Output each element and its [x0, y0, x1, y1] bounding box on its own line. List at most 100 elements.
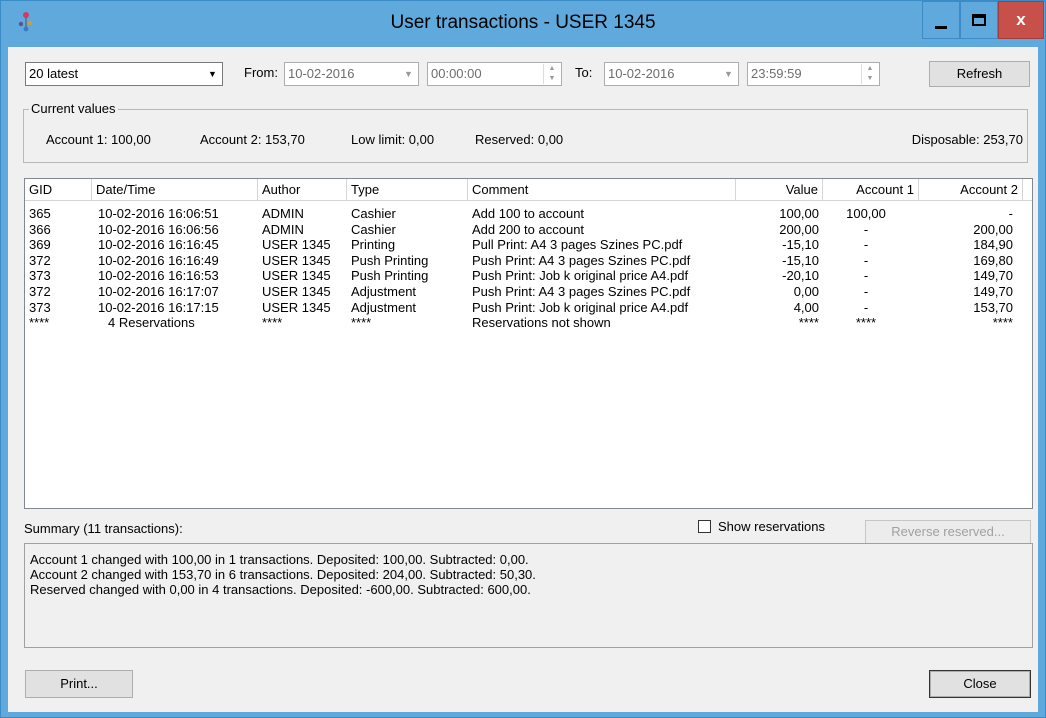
cell-account2: 184,90: [973, 237, 1013, 253]
reverse-reserved-button[interactable]: Reverse reserved...: [865, 520, 1031, 544]
show-reservations-checkbox[interactable]: [698, 520, 711, 533]
column-header-account1[interactable]: Account 1: [823, 179, 919, 200]
cell-value: ****: [798, 315, 819, 331]
cell-type: ****: [351, 315, 372, 331]
table-row[interactable]: 369 10-02-2016 16:16:45 USER 1345 Printing P…: [25, 237, 1032, 252]
range-select-value: 20 latest: [29, 66, 79, 81]
column-header-author[interactable]: Author: [258, 179, 347, 200]
cell-account2: ****: [992, 315, 1013, 331]
cell-value: 0,00: [793, 284, 819, 299]
cell-datetime: 10-02-2016 16:17:15: [98, 299, 219, 315]
transactions-table[interactable]: GID Date/Time Author Type Comment Value …: [24, 178, 1033, 509]
cell-account1: ****: [855, 315, 877, 331]
to-date-value: 10-02-2016: [608, 66, 675, 81]
cell-account1: -: [863, 221, 869, 237]
table-row[interactable]: 365 10-02-2016 16:06:51 ADMIN Cashier Add 10…: [25, 206, 1032, 221]
column-header-comment[interactable]: Comment: [468, 179, 736, 200]
cell-comment: Add 100 to account: [472, 206, 585, 221]
minimize-button[interactable]: [922, 1, 960, 39]
from-time-field[interactable]: 00:00:00 ▲ ▼: [427, 62, 562, 86]
cell-comment: Pull Print: A4 3 pages Szines PC.pdf: [472, 237, 683, 253]
print-button[interactable]: Print...: [25, 670, 133, 698]
cell-datetime: 4 Reservations: [108, 315, 195, 331]
column-header-account2[interactable]: Account 2: [919, 179, 1023, 200]
close-button[interactable]: Close: [929, 670, 1031, 698]
cell-comment: Push Print: A4 3 pages Szines PC.pdf: [472, 252, 691, 268]
cell-author: ****: [262, 315, 283, 331]
cell-datetime: 10-02-2016 16:17:07: [98, 284, 219, 299]
cell-type: Cashier: [351, 206, 396, 221]
cell-gid: 366: [29, 221, 51, 237]
cell-author: ADMIN: [262, 206, 304, 221]
maximize-button[interactable]: [960, 1, 998, 39]
from-date-picker[interactable]: 10-02-2016 ▼: [284, 62, 419, 86]
cell-comment: Add 200 to account: [472, 221, 585, 237]
column-header-datetime[interactable]: Date/Time: [92, 179, 258, 200]
summary-text-box: Account 1 changed with 100,00 in 1 trans…: [24, 543, 1033, 648]
from-date-value: 10-02-2016: [288, 66, 355, 81]
chevron-down-icon[interactable]: ▼: [720, 64, 737, 84]
current-values-group: Current values Account 1: 100,00 Account…: [23, 101, 1028, 163]
low-limit-value: Low limit: 0,00: [351, 132, 435, 147]
cell-account1: -: [863, 268, 869, 284]
close-window-button[interactable]: x: [998, 1, 1044, 39]
cell-value: -20,10: [782, 268, 819, 284]
table-row[interactable]: **** 4 Reservations **** **** Reservations n…: [25, 315, 1032, 330]
cell-datetime: 10-02-2016 16:06:51: [98, 206, 219, 221]
refresh-button[interactable]: Refresh: [929, 61, 1030, 87]
table-row[interactable]: 372 10-02-2016 16:17:07 USER 1345 Adjustmen…: [25, 284, 1032, 299]
cell-value: 200,00: [779, 221, 819, 237]
cell-datetime: 10-02-2016 16:16:53: [98, 268, 219, 284]
cell-type: Push Printing: [351, 268, 429, 284]
cell-account2: 149,70: [973, 284, 1013, 299]
column-header-type[interactable]: Type: [347, 179, 468, 200]
summary-line-reserved: Reserved changed with 0,00 in 4 transact…: [30, 582, 531, 597]
title-bar[interactable]: User transactions - USER 1345 x: [1, 1, 1045, 47]
column-header-gid[interactable]: GID: [25, 179, 92, 200]
cell-account2: 149,70: [973, 268, 1013, 284]
cell-gid: 372: [29, 252, 51, 268]
cell-account2: 169,80: [973, 252, 1013, 268]
range-select[interactable]: 20 latest ▼: [25, 62, 223, 86]
current-values-title: Current values: [29, 101, 118, 116]
cell-value: 4,00: [793, 299, 819, 315]
cell-author: USER 1345: [262, 299, 331, 315]
table-row[interactable]: 366 10-02-2016 16:06:56 ADMIN Cashier Add 20…: [25, 222, 1032, 237]
cell-gid: 372: [29, 284, 51, 299]
cell-type: Printing: [351, 237, 396, 253]
summary-line-account1: Account 1 changed with 100,00 in 1 trans…: [30, 552, 529, 567]
column-header-value[interactable]: Value: [736, 179, 823, 200]
cell-account1: -: [863, 284, 869, 299]
chevron-down-icon[interactable]: ▼: [400, 64, 417, 84]
cell-datetime: 10-02-2016 16:06:56: [98, 221, 219, 237]
to-time-value: 23:59:59: [751, 66, 802, 81]
cell-author: USER 1345: [262, 284, 331, 299]
cell-account1: -: [863, 252, 869, 268]
from-time-value: 00:00:00: [431, 66, 482, 81]
cell-comment: Push Print: Job k original price A4.pdf: [472, 299, 689, 315]
to-time-spinner[interactable]: ▲ ▼: [861, 64, 878, 84]
summary-label: Summary (11 transactions):: [24, 521, 183, 536]
cell-author: ADMIN: [262, 221, 304, 237]
reserved-value: Reserved: 0,00: [475, 132, 564, 147]
cell-author: USER 1345: [262, 268, 331, 284]
window-title: User transactions - USER 1345: [390, 12, 656, 33]
cell-datetime: 10-02-2016 16:16:49: [98, 252, 219, 268]
chevron-down-icon[interactable]: ▼: [204, 64, 221, 84]
table-row[interactable]: 373 10-02-2016 16:16:53 USER 1345 Push Prin…: [25, 268, 1032, 283]
cell-value: -15,10: [782, 252, 819, 268]
to-time-field[interactable]: 23:59:59 ▲ ▼: [747, 62, 880, 86]
table-row[interactable]: 373 10-02-2016 16:17:15 USER 1345 Adjustmen…: [25, 300, 1032, 315]
from-label: From:: [244, 65, 278, 80]
cell-type: Cashier: [351, 221, 396, 237]
cell-comment: Reservations not shown: [472, 315, 611, 331]
cell-author: USER 1345: [262, 252, 331, 268]
to-date-picker[interactable]: 10-02-2016 ▼: [604, 62, 739, 86]
from-time-spinner[interactable]: ▲ ▼: [543, 64, 560, 84]
cell-type: Adjustment: [351, 299, 417, 315]
show-reservations-label[interactable]: Show reservations: [718, 519, 825, 534]
cell-comment: Push Print: A4 3 pages Szines PC.pdf: [472, 284, 691, 299]
summary-line-account2: Account 2 changed with 153,70 in 6 trans…: [30, 567, 536, 582]
table-row[interactable]: 372 10-02-2016 16:16:49 USER 1345 Push Prin…: [25, 253, 1032, 268]
to-label: To:: [575, 65, 593, 80]
